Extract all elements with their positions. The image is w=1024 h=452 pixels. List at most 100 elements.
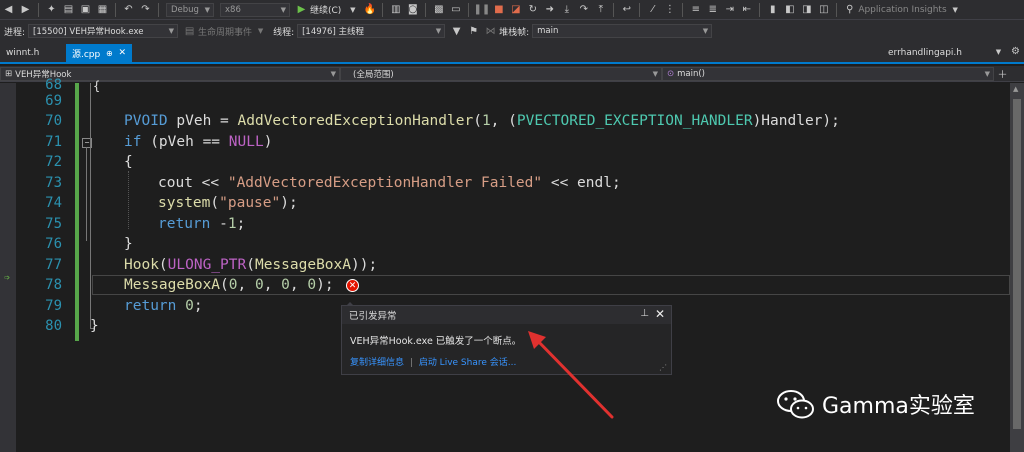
- chevron-down-icon: ▼: [652, 69, 658, 78]
- token: PVOID: [124, 113, 168, 129]
- close-icon[interactable]: ✕: [655, 307, 665, 321]
- resize-grip-icon[interactable]: ⋰: [659, 363, 667, 372]
- app-insights-label[interactable]: Application Insights: [858, 5, 946, 15]
- tab-winnt-h[interactable]: winnt.h: [0, 44, 66, 62]
- toolbar-separator: [115, 2, 116, 17]
- thread-value: [14976] 主线程: [302, 27, 364, 37]
- configuration-select[interactable]: Debug ▼: [166, 2, 214, 17]
- chevron-down-icon[interactable]: ▼: [992, 45, 1005, 58]
- split-editor-icon[interactable]: ＋: [996, 67, 1009, 81]
- token: }: [124, 236, 133, 252]
- step-back-icon[interactable]: ↩: [620, 3, 633, 16]
- filter-icon[interactable]: ▼: [450, 25, 463, 38]
- line-number: 68: [45, 77, 62, 93]
- token: "pause": [219, 195, 281, 211]
- close-icon[interactable]: ✕: [118, 48, 126, 58]
- link-separator: |: [409, 358, 413, 368]
- token: 0: [185, 298, 194, 314]
- bookmark-icon[interactable]: ▮: [766, 3, 779, 16]
- open-folder-icon[interactable]: ▤: [62, 3, 75, 16]
- forward-icon[interactable]: ▶: [19, 3, 32, 16]
- exception-error-icon[interactable]: ✕: [346, 279, 359, 292]
- tab-source-cpp[interactable]: 源.cpp ⊕ ✕: [66, 44, 132, 62]
- scroll-up-icon[interactable]: ▲: [1013, 85, 1018, 93]
- toolbar-separator: [613, 2, 615, 17]
- back-icon[interactable]: ◀: [2, 3, 15, 16]
- toolbar-separator: [639, 2, 641, 17]
- show-next-statement-icon[interactable]: ➜: [543, 3, 556, 16]
- continue-button[interactable]: 继续(C): [310, 3, 341, 16]
- save-icon[interactable]: ▣: [79, 3, 92, 16]
- hot-reload-icon[interactable]: 🔥: [363, 3, 376, 16]
- pin-icon[interactable]: ⊥: [640, 308, 649, 319]
- arrow-shaft: [532, 335, 614, 419]
- brace-open: {: [93, 79, 101, 93]
- threads-icon[interactable]: ⋮: [663, 3, 676, 16]
- screenshot-icon[interactable]: ◙: [406, 3, 419, 16]
- detach-icon[interactable]: ◪: [509, 3, 522, 16]
- scope-select[interactable]: (全局范围) ▼: [340, 66, 662, 81]
- pause-icon[interactable]: ❚❚: [473, 3, 490, 16]
- next-bookmark-icon[interactable]: ◨: [800, 3, 813, 16]
- toolbar-separator: [382, 2, 384, 17]
- hex-display-icon[interactable]: ⁄: [646, 3, 659, 16]
- flag-icon[interactable]: ⚑: [467, 25, 480, 38]
- diagnostic-icon[interactable]: ▩: [432, 3, 445, 16]
- tab-errhandlingapi-h[interactable]: errhandlingapi.h: [882, 44, 990, 62]
- display-icon[interactable]: ▭: [449, 3, 462, 16]
- redo-icon[interactable]: ↷: [139, 3, 152, 16]
- token: ,: [237, 277, 255, 293]
- chevron-down-icon: ▼: [168, 27, 175, 35]
- comment-icon[interactable]: ≡: [689, 3, 702, 16]
- step-over-icon[interactable]: ↷: [577, 3, 590, 16]
- token: -: [210, 216, 228, 232]
- code-line-71: if (pVeh == NULL): [124, 134, 272, 150]
- token: (: [473, 113, 482, 129]
- copy-details-link[interactable]: 复制详细信息: [350, 358, 404, 368]
- vertical-scrollbar[interactable]: ▲: [1010, 83, 1024, 452]
- clear-bookmarks-icon[interactable]: ◫: [817, 3, 830, 16]
- process-select[interactable]: [15500] VEH异常Hook.exe ▼: [28, 24, 179, 38]
- start-live-share-link[interactable]: 启动 Live Share 会话...: [419, 358, 517, 368]
- toolbar-separator: [38, 2, 39, 17]
- line-number: 71: [45, 134, 62, 150]
- annotation-arrow: [528, 331, 614, 419]
- scrollbar-thumb[interactable]: [1013, 99, 1021, 429]
- watermark: Gamma实验室: [776, 388, 975, 420]
- function-select[interactable]: ⊙ main() ▼: [662, 66, 994, 81]
- new-item-icon[interactable]: ✦: [45, 3, 58, 16]
- undo-icon[interactable]: ↶: [122, 3, 135, 16]
- uncomment-icon[interactable]: ≣: [706, 3, 719, 16]
- prev-bookmark-icon[interactable]: ◧: [783, 3, 796, 16]
- token: ;: [193, 298, 203, 314]
- chevron-down-icon[interactable]: ▼: [949, 3, 962, 16]
- step-into-icon[interactable]: ⤓: [560, 3, 573, 16]
- toolbar-separator: [425, 2, 427, 17]
- toolbox-icon[interactable]: ▥: [389, 3, 402, 16]
- settings-icon[interactable]: ⚙: [1009, 45, 1022, 58]
- chevron-down-icon[interactable]: ▼: [254, 25, 267, 38]
- save-all-icon[interactable]: ▦: [96, 3, 109, 16]
- wechat-icon: [777, 390, 814, 419]
- line-number: 72: [45, 154, 62, 170]
- pin-icon[interactable]: ⊕: [106, 49, 113, 58]
- outdent-icon[interactable]: ⇤: [740, 3, 753, 16]
- indent-icon[interactable]: ⇥: [723, 3, 736, 16]
- lifecycle-icon[interactable]: ▤: [183, 25, 196, 38]
- continue-icon[interactable]: ▶: [295, 3, 308, 16]
- app-insights-icon[interactable]: ⚲: [843, 3, 856, 16]
- restart-icon[interactable]: ↻: [526, 3, 539, 16]
- indicator-margin: [0, 83, 16, 452]
- lifecycle-events-button[interactable]: 生命周期事件: [198, 25, 252, 38]
- chevron-down-icon[interactable]: ▼: [346, 3, 359, 16]
- platform-select[interactable]: x86 ▼: [220, 2, 290, 17]
- thread-select[interactable]: [14976] 主线程 ▼: [297, 24, 446, 38]
- chevron-down-icon: ▼: [330, 69, 336, 78]
- step-out-icon[interactable]: ⤒: [594, 3, 607, 16]
- stack-frame-label: 堆栈帧:: [499, 27, 530, 38]
- token: 0: [281, 277, 290, 293]
- toolbar-separator: [759, 2, 761, 17]
- token: return: [158, 216, 211, 232]
- stack-frame-select[interactable]: main ▼: [532, 24, 713, 38]
- stop-icon[interactable]: ■: [492, 3, 505, 16]
